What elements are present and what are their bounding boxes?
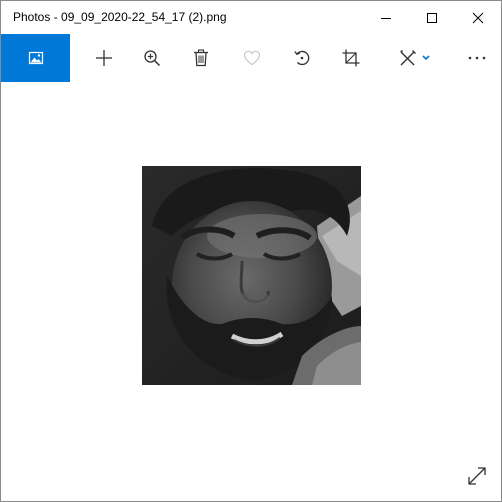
portrait-photo xyxy=(142,166,361,385)
crop-icon xyxy=(342,49,360,67)
more-icon xyxy=(468,56,486,60)
more-button[interactable] xyxy=(457,34,497,82)
heart-icon xyxy=(243,50,261,66)
rotate-icon xyxy=(294,50,310,66)
rotate-button[interactable] xyxy=(282,34,322,82)
image-icon xyxy=(28,51,43,65)
photo-image[interactable] xyxy=(142,166,361,385)
trash-icon xyxy=(194,49,208,67)
window-title: Photos - 09_09_2020-22_54_17 (2).png xyxy=(13,10,227,24)
minimize-button[interactable] xyxy=(363,1,409,34)
favorite-button xyxy=(232,34,272,82)
maximize-icon xyxy=(427,12,437,23)
expand-icon xyxy=(468,467,486,485)
edit-button[interactable] xyxy=(391,34,441,82)
close-icon xyxy=(472,12,484,23)
crop-button[interactable] xyxy=(331,34,371,82)
minimize-icon xyxy=(381,17,391,19)
maximize-button[interactable] xyxy=(409,1,455,34)
zoom-in-icon xyxy=(144,50,161,67)
title-bar: Photos - 09_09_2020-22_54_17 (2).png xyxy=(1,1,501,34)
image-viewer xyxy=(1,82,501,501)
zoom-button[interactable] xyxy=(132,34,172,82)
photos-window: Photos - 09_09_2020-22_54_17 (2).png xyxy=(0,0,502,502)
view-photo-tab[interactable] xyxy=(1,34,70,82)
plus-icon xyxy=(96,50,112,66)
delete-button[interactable] xyxy=(181,34,221,82)
toolbar xyxy=(1,34,501,82)
add-button[interactable] xyxy=(84,34,124,82)
edit-create-icon xyxy=(400,50,430,66)
full-screen-button[interactable] xyxy=(459,458,495,494)
close-button[interactable] xyxy=(455,1,501,34)
